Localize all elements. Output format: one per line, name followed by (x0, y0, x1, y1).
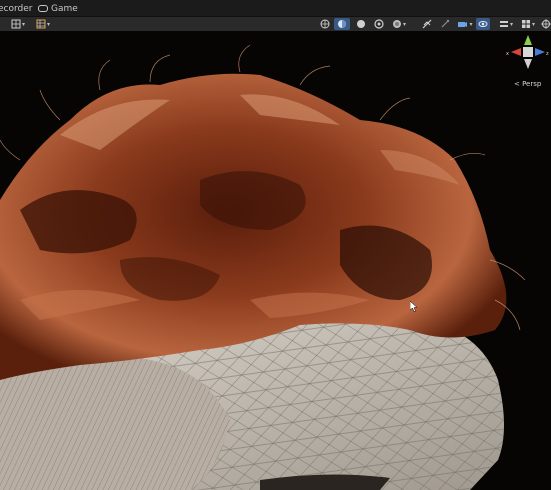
hair-render-scene (0, 44, 526, 490)
global-icon (320, 19, 330, 29)
hidden-objects-button[interactable] (420, 18, 434, 30)
hidden-objects-icon (422, 19, 432, 29)
scene-view-toolbar: ▾ ▾ ▾ ▾ ▾ ▾ (0, 16, 551, 32)
chevron-down-icon: ▾ (402, 20, 406, 28)
gizmos-button[interactable]: ▾ (518, 18, 538, 30)
crosshair-icon (541, 19, 551, 29)
chevron-down-icon: ▾ (531, 20, 535, 28)
snap-grid-icon (36, 19, 46, 29)
tab-recorder-label: ecorder (0, 4, 33, 14)
visibility-eye-icon (478, 21, 488, 27)
gizmo-center-cube[interactable] (523, 47, 533, 57)
axis-y-cone[interactable] (524, 35, 532, 45)
mouse-cursor-icon (410, 301, 418, 312)
axis-z-label: z (546, 51, 549, 57)
move-grid-button[interactable]: ▾ (10, 18, 26, 30)
shading-sphere-icon (357, 20, 365, 28)
tools-button[interactable] (438, 18, 452, 30)
unity-editor-window: ecorder Game ▾ ▾ ▾ ▾ ▾ ▾ x z < Persp (0, 0, 551, 490)
camera-icon (458, 22, 468, 27)
chevron-down-icon: ▾ (21, 20, 25, 28)
audio-button[interactable] (372, 18, 386, 30)
chevron-down-icon: ▾ (469, 20, 473, 28)
axis-z-cone[interactable] (535, 48, 545, 56)
effects-button[interactable]: ▾ (390, 18, 408, 30)
visibility-eye-button[interactable] (476, 18, 490, 30)
visibility-button[interactable]: ▾ (456, 18, 474, 30)
snap-grid-button[interactable]: ▾ (34, 18, 52, 30)
axis-x-cone[interactable] (511, 48, 521, 56)
layers-button[interactable]: ▾ (496, 18, 516, 30)
chevron-down-icon: ▾ (46, 20, 50, 28)
projection-toggle[interactable]: < Persp (514, 80, 541, 88)
shading-sphere-button[interactable] (354, 18, 368, 30)
chevron-down-icon: ▾ (509, 20, 513, 28)
tab-game[interactable]: Game (38, 3, 78, 15)
move-grid-icon (11, 19, 21, 29)
tab-recorder[interactable]: ecorder (0, 3, 32, 15)
axis-x-label: x (506, 51, 509, 57)
editor-tab-bar: ecorder Game (0, 0, 551, 16)
global-button[interactable] (318, 18, 332, 30)
gamepad-icon (38, 5, 48, 12)
tab-game-label: Game (51, 4, 78, 14)
scene-viewport[interactable] (0, 31, 551, 490)
gizmos-icon (521, 20, 530, 28)
lighting-button[interactable] (334, 18, 350, 30)
crosshair-button[interactable] (540, 18, 551, 30)
layers-icon (499, 21, 508, 27)
tools-icon (441, 19, 450, 28)
effects-icon (392, 20, 401, 28)
axis-neg-y-cone[interactable] (524, 59, 532, 69)
audio-icon (374, 19, 384, 29)
lighting-icon (338, 20, 346, 28)
